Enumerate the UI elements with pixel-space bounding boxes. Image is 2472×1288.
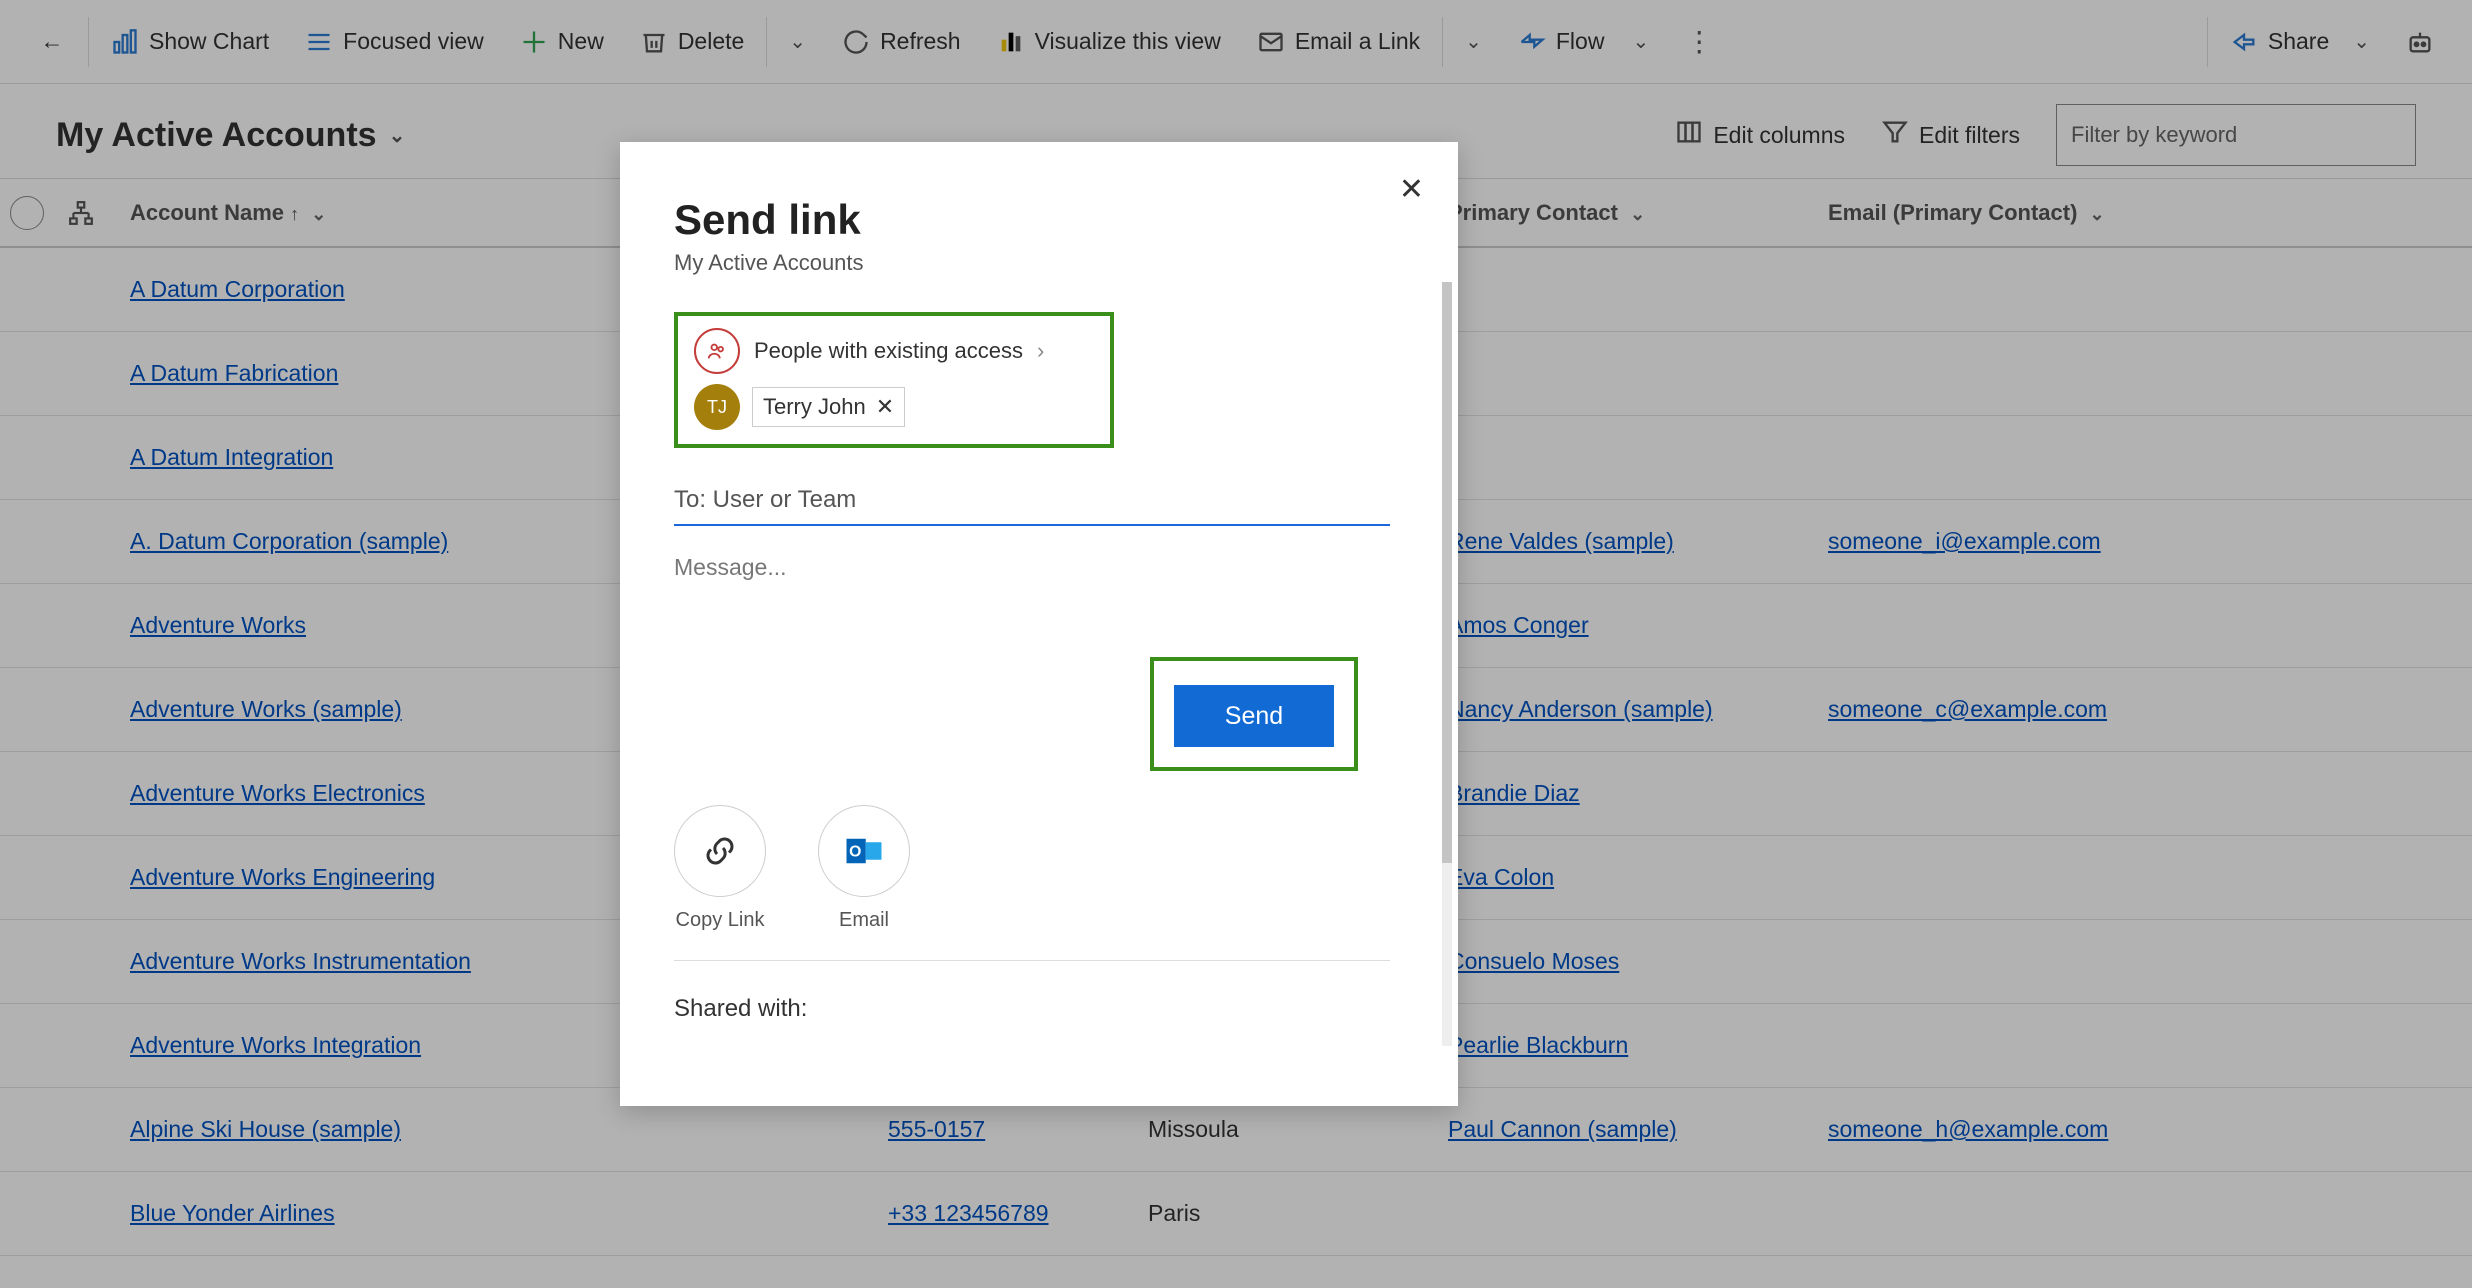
email-label: Email: [839, 909, 889, 932]
access-label: People with existing access: [754, 338, 1023, 364]
to-placeholder: To: User or Team: [674, 486, 856, 513]
user-name-label: Terry John: [763, 394, 866, 420]
dialog-scrollbar[interactable]: [1442, 282, 1452, 1046]
user-avatar: TJ: [694, 384, 740, 430]
send-link-dialog: ✕ Send link My Active Accounts People wi…: [620, 142, 1458, 1106]
dialog-title: Send link: [674, 196, 1398, 244]
to-user-input[interactable]: To: User or Team: [674, 486, 1390, 526]
svg-text:O: O: [849, 843, 861, 860]
access-selector[interactable]: People with existing access ›: [694, 328, 1094, 374]
remove-user-button[interactable]: ✕: [876, 394, 894, 420]
email-button[interactable]: O Email: [818, 805, 910, 932]
message-input[interactable]: Message...: [674, 554, 1398, 581]
copy-link-button[interactable]: Copy Link: [674, 805, 766, 932]
copy-link-label: Copy Link: [676, 909, 765, 932]
shared-with-label: Shared with:: [674, 995, 1398, 1023]
link-icon: [674, 805, 766, 897]
dialog-subtitle: My Active Accounts: [674, 250, 1398, 276]
message-placeholder: Message...: [674, 554, 787, 580]
access-highlight: People with existing access › TJ Terry J…: [674, 312, 1114, 448]
chevron-right-icon: ›: [1037, 338, 1044, 364]
send-button[interactable]: Send: [1174, 685, 1334, 747]
send-label: Send: [1225, 702, 1283, 731]
close-button[interactable]: ✕: [1399, 172, 1424, 207]
send-highlight: Send: [1150, 657, 1358, 771]
people-icon: [694, 328, 740, 374]
outlook-icon: O: [818, 805, 910, 897]
selected-user-chip: TJ Terry John ✕: [694, 384, 1094, 430]
